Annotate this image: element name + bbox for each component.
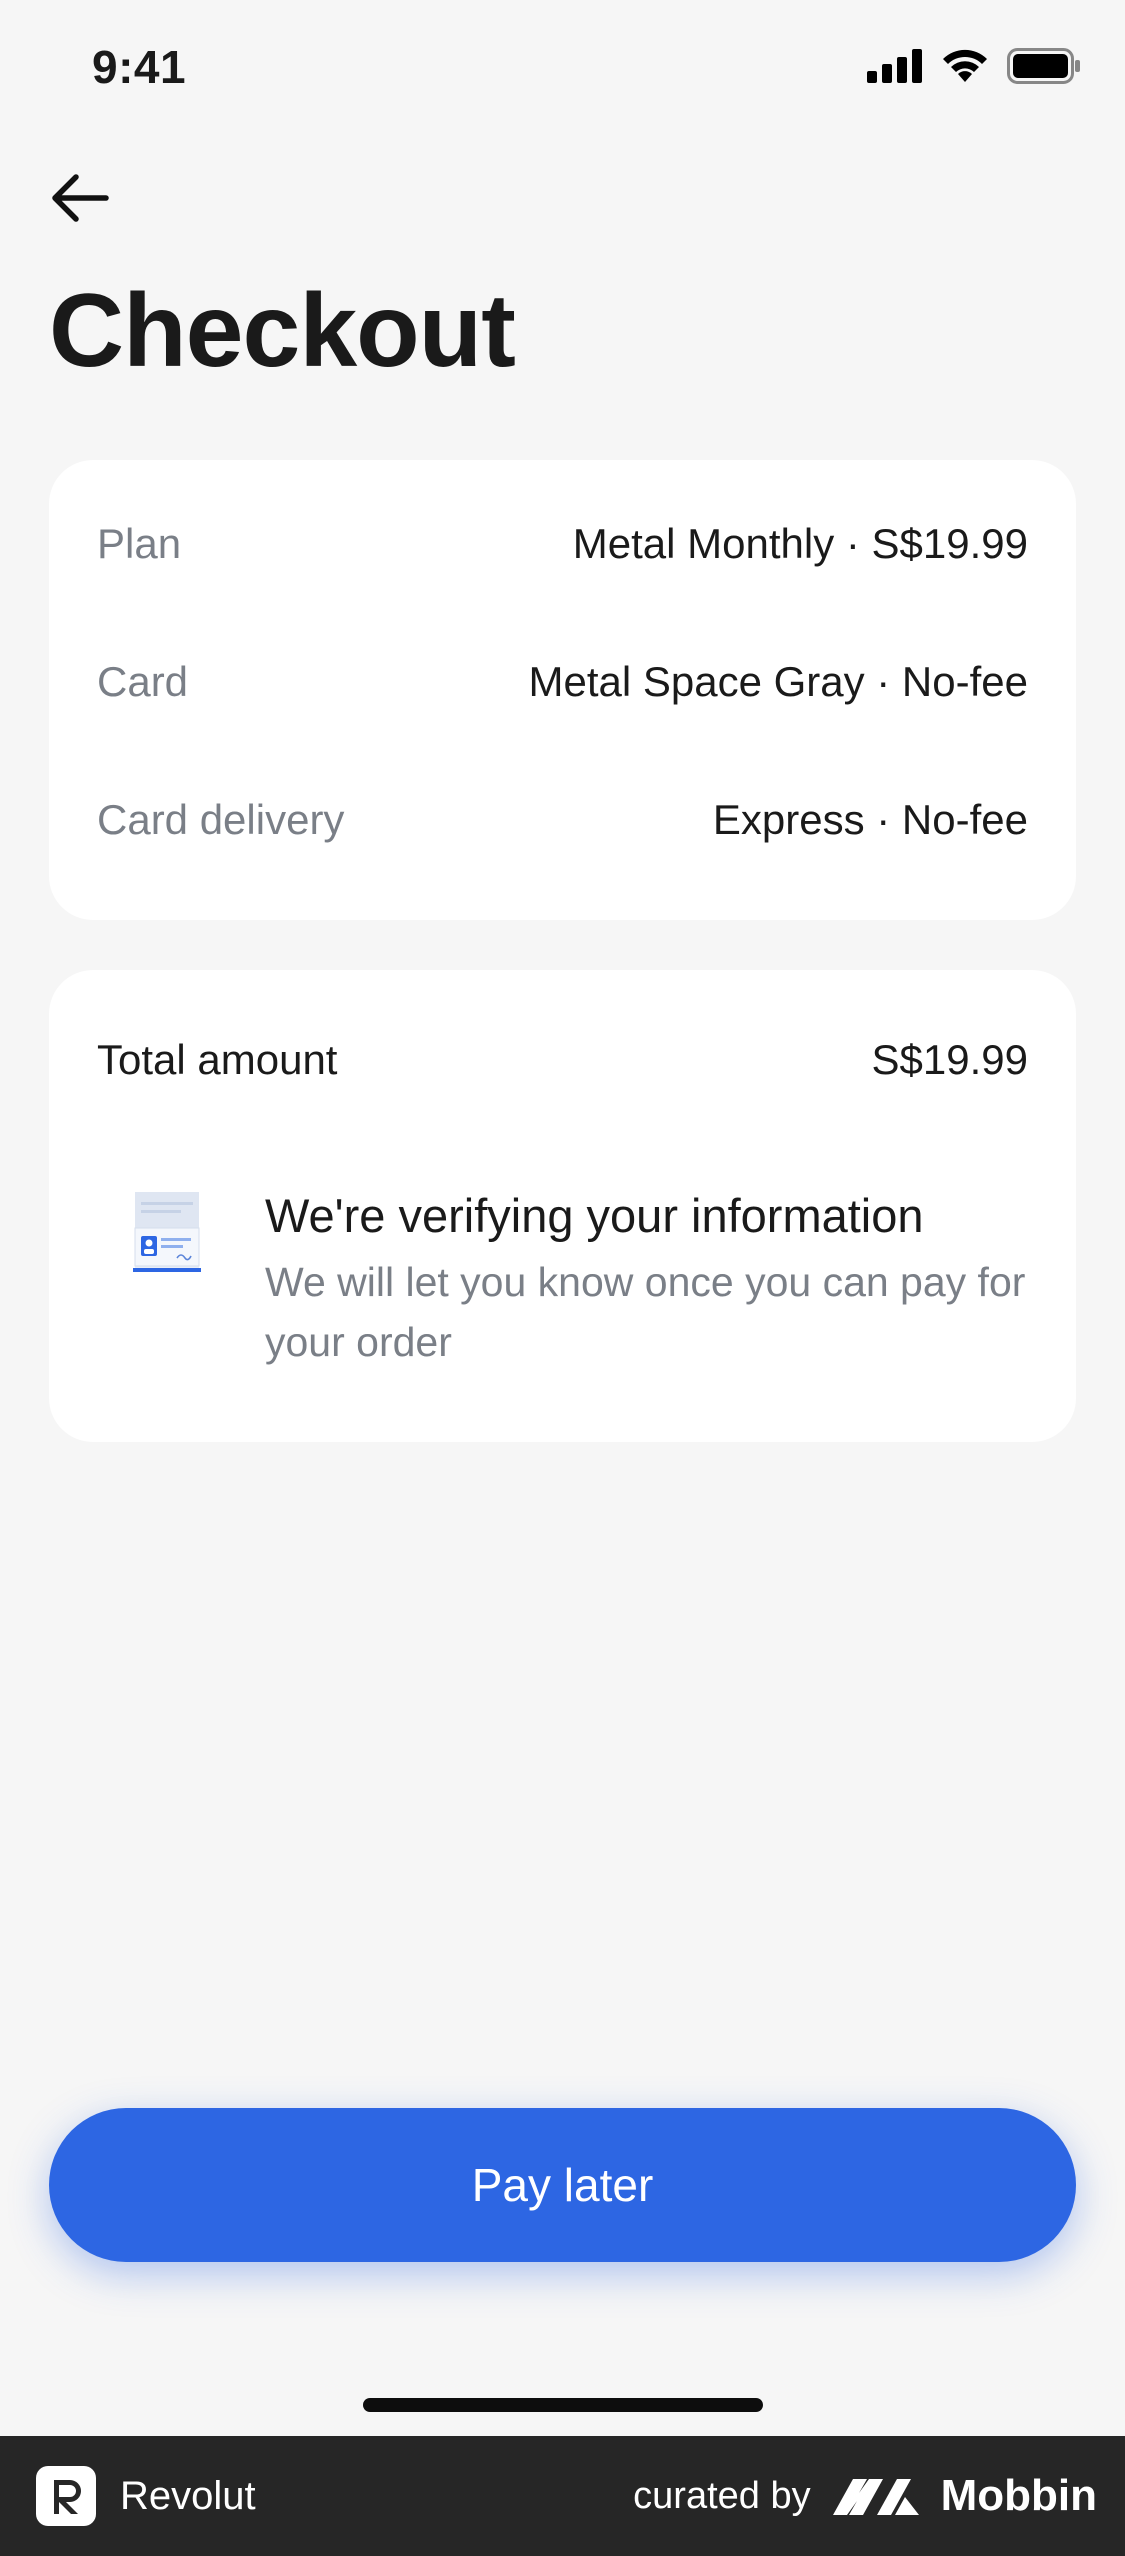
detail-value: Metal Space Gray · No-fee — [528, 658, 1028, 705]
page-title: Checkout — [49, 273, 516, 389]
home-indicator — [363, 2398, 763, 2412]
revolut-logo-icon — [36, 2466, 96, 2526]
detail-value: Metal Monthly · S$19.99 — [572, 520, 1028, 567]
footer-brand: Revolut — [36, 2436, 256, 2556]
footer-curator: curated by Mobbin — [633, 2436, 1097, 2556]
verification-title: We're verifying your information — [265, 1189, 924, 1242]
total-row: Total amount S$19.99 — [97, 1036, 1028, 1084]
battery-icon — [1007, 48, 1080, 84]
status-bar: 9:41 — [0, 0, 1125, 140]
status-time: 9:41 — [92, 41, 187, 93]
detail-row-plan: Plan Metal Monthly · S$19.99 — [97, 520, 1028, 568]
mobbin-logo-icon — [832, 2479, 919, 2515]
detail-label: Card — [97, 658, 189, 705]
wifi-icon — [943, 49, 987, 82]
detail-label: Plan — [97, 520, 182, 567]
total-label: Total amount — [97, 1036, 338, 1083]
cellular-signal-icon — [867, 49, 922, 83]
verification-subtitle: We will let you know once you can pay fo… — [265, 1259, 1026, 1365]
arrow-left-icon — [52, 174, 109, 222]
id-document-icon — [133, 1192, 201, 1272]
detail-row-card: Card Metal Space Gray · No-fee — [97, 658, 1028, 706]
footer-bar: Revolut curated by Mobbin — [0, 2436, 1125, 2556]
detail-label: Card delivery — [97, 796, 345, 843]
status-icons — [867, 48, 1081, 84]
footer-brand-name: Revolut — [120, 2473, 256, 2518]
total-card: Total amount S$19.99 We're verifying you… — [49, 970, 1076, 1442]
detail-row-card-delivery: Card delivery Express · No-fee — [97, 796, 1028, 844]
pay-later-button[interactable]: Pay later — [49, 2108, 1076, 2262]
total-value: S$19.99 — [871, 1036, 1028, 1083]
back-button[interactable] — [44, 162, 116, 234]
detail-value: Express · No-fee — [712, 796, 1028, 843]
curated-by-text: curated by — [633, 2474, 811, 2517]
mobbin-name: Mobbin — [940, 2471, 1097, 2520]
order-details-card: Plan Metal Monthly · S$19.99 Card Metal … — [49, 460, 1076, 920]
